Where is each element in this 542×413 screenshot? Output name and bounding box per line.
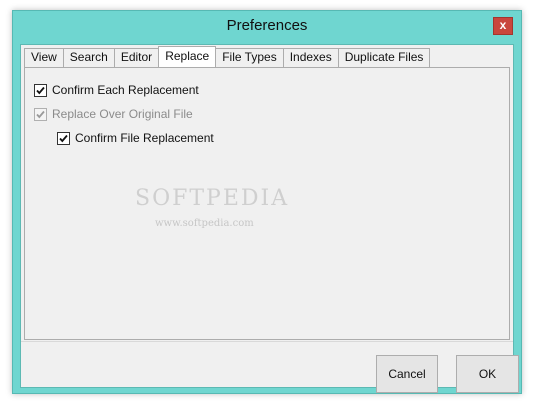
title-bar[interactable]: Preferences x <box>13 11 521 44</box>
ok-button[interactable]: OK <box>456 355 519 393</box>
cancel-button[interactable]: Cancel <box>376 355 438 393</box>
dialog-body: View Search Editor Replace File Types In… <box>20 44 519 393</box>
confirm-file-replacement-option[interactable]: Confirm File Replacement <box>57 131 214 145</box>
confirm-each-replacement-option[interactable]: Confirm Each Replacement <box>34 83 199 97</box>
checkmark-icon <box>59 134 68 142</box>
tab-file-types[interactable]: File Types <box>215 48 284 67</box>
tab-search[interactable]: Search <box>62 48 115 67</box>
preferences-window: Preferences x View Search Editor Replace… <box>12 10 522 394</box>
window-title: Preferences <box>226 17 308 34</box>
softpedia-watermark: SOFTPEDIA <box>135 186 290 211</box>
confirm-each-replacement-checkbox[interactable] <box>34 83 47 97</box>
tab-strip: View Search Editor Replace File Types In… <box>24 46 431 67</box>
confirm-file-replacement-label: Confirm File Replacement <box>75 131 214 145</box>
replace-over-original-option[interactable]: Replace Over Original File <box>34 107 193 121</box>
tab-duplicate-files[interactable]: Duplicate Files <box>337 48 431 67</box>
tab-indexes[interactable]: Indexes <box>282 48 339 67</box>
replace-over-original-checkbox[interactable] <box>34 107 47 121</box>
button-bar-divider <box>21 341 513 342</box>
confirm-file-replacement-checkbox[interactable] <box>57 131 70 145</box>
replace-tab-panel: Confirm Each Replacement Replace Over Or… <box>24 67 510 340</box>
close-icon: x <box>499 18 507 32</box>
tab-view[interactable]: View <box>24 48 64 67</box>
softpedia-watermark-url: www.softpedia.com <box>155 218 254 229</box>
confirm-each-replacement-label: Confirm Each Replacement <box>52 83 199 97</box>
checkmark-icon <box>36 86 45 94</box>
tab-replace[interactable]: Replace <box>158 46 217 67</box>
tab-editor[interactable]: Editor <box>113 48 160 67</box>
checkmark-icon <box>36 110 45 118</box>
close-button[interactable]: x <box>493 17 513 35</box>
replace-over-original-label: Replace Over Original File <box>52 107 193 121</box>
